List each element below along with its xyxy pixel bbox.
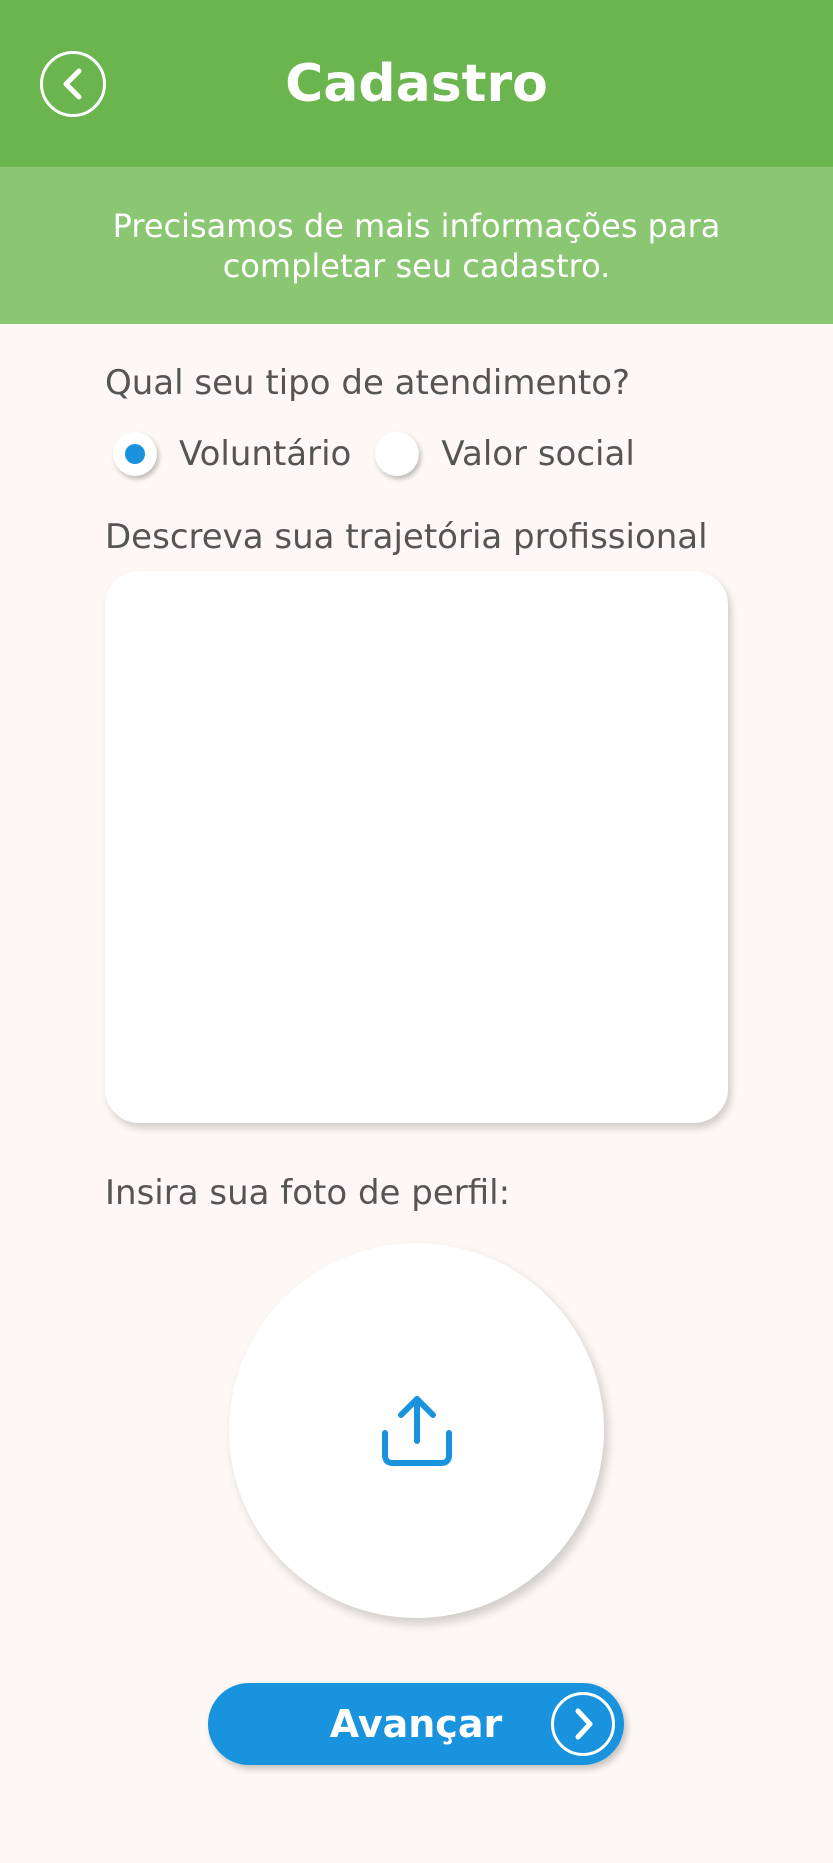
attendance-question-label: Qual seu tipo de atendimento?	[105, 363, 631, 403]
radio-option-valor-social[interactable]: Valor social	[375, 432, 635, 476]
app-header: Cadastro	[0, 0, 833, 167]
photo-upload-button[interactable]	[229, 1243, 604, 1618]
info-banner: Precisamos de mais informações para comp…	[0, 167, 833, 324]
photo-label: Insira sua foto de perfil:	[105, 1173, 511, 1213]
radio-label-valor-social: Valor social	[441, 434, 635, 474]
attendance-radio-group: Voluntário Valor social	[113, 431, 635, 477]
radio-button-valor-social[interactable]	[375, 432, 420, 476]
radio-label-voluntario: Voluntário	[179, 434, 352, 474]
radio-button-voluntario[interactable]	[113, 432, 157, 476]
trajectory-label: Descreva sua trajetória profissional	[105, 517, 708, 557]
radio-option-voluntario[interactable]: Voluntário	[113, 432, 351, 476]
chevron-right-icon	[551, 1692, 615, 1756]
radio-selected-dot	[125, 444, 145, 464]
page-title: Cadastro	[285, 54, 548, 114]
trajectory-textarea[interactable]	[105, 571, 728, 1123]
banner-text: Precisamos de mais informações para comp…	[112, 206, 721, 285]
next-button[interactable]: Avançar	[208, 1683, 624, 1765]
upload-icon	[381, 1395, 452, 1466]
